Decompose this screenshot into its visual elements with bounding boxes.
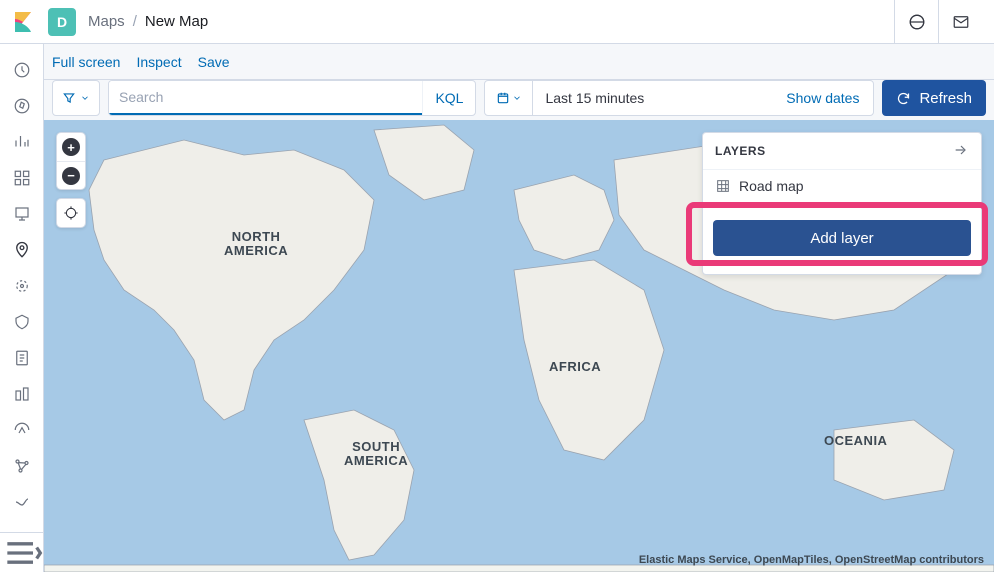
layer-item-roadmap[interactable]: Road map: [703, 169, 981, 202]
nav-collapse-button[interactable]: [0, 532, 44, 572]
refresh-button[interactable]: Refresh: [882, 80, 986, 116]
add-filter-button[interactable]: [52, 80, 100, 116]
nav-maps-icon[interactable]: [0, 232, 44, 268]
layers-panel: LAYERS Road map Add layer: [702, 132, 982, 275]
add-layer-button[interactable]: Add layer: [713, 220, 971, 256]
plus-icon: +: [62, 138, 80, 156]
nav-uptime-icon[interactable]: [0, 412, 44, 448]
grid-icon: [715, 178, 731, 194]
space-badge[interactable]: D: [48, 8, 76, 36]
nav-siem-icon[interactable]: [0, 484, 44, 520]
date-picker: Last 15 minutes Show dates: [484, 80, 874, 116]
save-link[interactable]: Save: [198, 54, 230, 70]
breadcrumb-current: New Map: [145, 13, 208, 30]
kql-toggle[interactable]: KQL: [422, 81, 475, 115]
crosshair-icon: [63, 205, 79, 221]
header-actions: [894, 0, 982, 44]
map-label-oceania: OCEANIA: [824, 434, 887, 448]
zoom-controls: + −: [56, 132, 86, 190]
zoom-out-button[interactable]: −: [57, 161, 85, 189]
news-icon-button[interactable]: [894, 0, 938, 44]
minus-icon: −: [62, 167, 80, 185]
nav-dashboard-icon[interactable]: [0, 160, 44, 196]
app-header: D Maps / New Map: [0, 0, 994, 44]
calendar-icon: [496, 91, 510, 105]
nav-apm-icon[interactable]: [0, 376, 44, 412]
mail-icon-button[interactable]: [938, 0, 982, 44]
chevron-down-icon: [512, 93, 522, 103]
date-range-display[interactable]: Last 15 minutes: [533, 81, 772, 115]
space-letter: D: [57, 14, 67, 30]
chevron-down-icon: [80, 93, 90, 103]
kibana-logo-icon[interactable]: [12, 10, 36, 34]
collapse-panel-button[interactable]: [953, 142, 969, 161]
nav-ml-icon[interactable]: [0, 268, 44, 304]
side-nav: [0, 44, 44, 572]
map-canvas[interactable]: NORTHAMERICA SOUTHAMERICA AFRICA OCEANIA…: [44, 120, 994, 572]
refresh-icon: [896, 91, 911, 106]
nav-discover-icon[interactable]: [0, 88, 44, 124]
show-dates-link[interactable]: Show dates: [772, 81, 873, 115]
breadcrumb-separator: /: [133, 13, 137, 30]
nav-graph-icon[interactable]: [0, 448, 44, 484]
filter-icon: [62, 91, 76, 105]
search-group: KQL: [108, 80, 476, 116]
zoom-in-button[interactable]: +: [57, 133, 85, 161]
layers-header: LAYERS: [703, 133, 981, 169]
date-quick-button[interactable]: [485, 81, 533, 115]
fit-to-data-button[interactable]: [56, 198, 86, 228]
map-attribution: Elastic Maps Service, OpenMapTiles, Open…: [639, 554, 984, 566]
breadcrumb-root[interactable]: Maps: [88, 13, 125, 30]
breadcrumb: Maps / New Map: [88, 13, 208, 30]
collapse-right-icon: [953, 142, 969, 158]
nav-canvas-icon[interactable]: [0, 196, 44, 232]
search-input[interactable]: [109, 81, 422, 115]
map-label-africa: AFRICA: [549, 360, 601, 374]
query-bar: KQL Last 15 minutes Show dates Refresh: [44, 80, 994, 120]
nav-logs-icon[interactable]: [0, 340, 44, 376]
layers-title: LAYERS: [715, 144, 766, 158]
add-layer-zone: Add layer: [703, 202, 981, 274]
main-area: Full screen Inspect Save KQL Last 15 min…: [44, 44, 994, 572]
inspect-link[interactable]: Inspect: [136, 54, 181, 70]
nav-recent-icon[interactable]: [0, 52, 44, 88]
map-label-north-america: NORTHAMERICA: [224, 230, 288, 259]
layer-label: Road map: [739, 178, 804, 194]
map-toolbar: Full screen Inspect Save: [44, 44, 994, 80]
nav-visualize-icon[interactable]: [0, 124, 44, 160]
nav-infrastructure-icon[interactable]: [0, 304, 44, 340]
map-label-south-america: SOUTHAMERICA: [344, 440, 408, 469]
fullscreen-link[interactable]: Full screen: [52, 54, 120, 70]
